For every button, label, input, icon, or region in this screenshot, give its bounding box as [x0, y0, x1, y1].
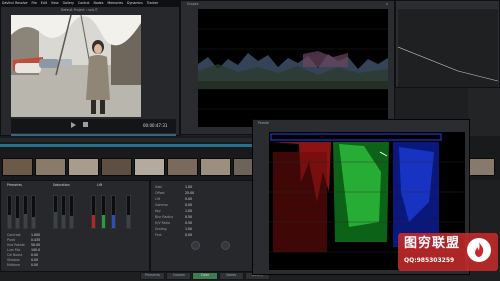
secondary-param-value[interactable]: 0.00: [185, 203, 192, 207]
clip-thumbnail[interactable]: [2, 158, 33, 176]
fader-blue[interactable]: [111, 195, 116, 229]
fader-red[interactable]: [91, 195, 96, 229]
param-label: Hue Rotate: [7, 243, 25, 247]
parade-title: Parade: [258, 121, 269, 125]
secondary-param-value[interactable]: 1.00: [185, 209, 192, 213]
param-label: Shadow: [7, 258, 20, 262]
fader-4[interactable]: [31, 195, 36, 229]
secondary-param-value[interactable]: 0.00: [185, 197, 192, 201]
secondary-param-value[interactable]: 25.00: [185, 191, 194, 195]
flame-icon: [467, 238, 491, 262]
curves-panel: [395, 0, 500, 88]
secondary-param-label: Key: [155, 209, 161, 213]
fader-6[interactable]: [61, 195, 66, 229]
waveform-display: [198, 9, 388, 127]
fader-master[interactable]: [126, 195, 131, 229]
clip-thumbnail[interactable]: [68, 158, 99, 176]
secondary-param-label: Offset: [155, 191, 165, 195]
fader-2[interactable]: [15, 195, 20, 229]
secondary-param-value[interactable]: 0.00: [185, 233, 192, 237]
menu-item-0[interactable]: DaVinci Resolve: [2, 1, 27, 5]
menu-item-6[interactable]: Nodes: [93, 1, 103, 5]
menu-item-8[interactable]: Dynamics: [127, 1, 143, 5]
curve-line: [397, 46, 499, 82]
tab-color[interactable]: Color: [192, 272, 218, 280]
tab-nodes[interactable]: Nodes: [218, 272, 244, 280]
secondary-param-label: H/V Ratio: [155, 221, 170, 225]
menu-item-5[interactable]: Control: [78, 1, 90, 5]
param-value[interactable]: 0.00: [31, 253, 38, 257]
param-label: Pivot: [7, 238, 15, 242]
secondaries-panel: Gain 1.00 Offset 25.00 Lift 0.00 Gamma 0.00 Key 1…: [150, 180, 255, 272]
clip-thumbnail[interactable]: [101, 158, 132, 176]
clip-thumbnail[interactable]: [134, 158, 165, 176]
fader-5[interactable]: [53, 195, 58, 229]
fader-1[interactable]: [7, 195, 12, 229]
menu-item-9[interactable]: Tracker: [147, 1, 159, 5]
menu-item-7[interactable]: Memories: [107, 1, 123, 5]
clip-thumbnail[interactable]: [35, 158, 66, 176]
param-value[interactable]: 1.000: [31, 233, 40, 237]
clip-thumbnail[interactable]: [167, 158, 198, 176]
secondary-param-value[interactable]: 0.50: [185, 221, 192, 225]
secondary-param-value[interactable]: 1.00: [185, 227, 192, 231]
menu-item-4[interactable]: Gallery: [63, 1, 74, 5]
primaries-header: Primaries: [7, 183, 22, 187]
play-button[interactable]: [71, 122, 76, 128]
curve-graph[interactable]: [397, 9, 499, 87]
watermark-title: 图穷联盟: [404, 236, 461, 251]
param-value[interactable]: 0.00: [31, 263, 38, 267]
lift-header: Lift: [97, 183, 102, 187]
clip-thumbnail[interactable]: [200, 158, 231, 176]
tab-custom[interactable]: Custom: [166, 272, 192, 280]
secondary-param-label: Gain: [155, 185, 163, 189]
secondary-param-value[interactable]: 0.50: [185, 215, 192, 219]
waveform-scope-window: Scopes x: [180, 0, 395, 135]
param-value[interactable]: 0.435: [31, 238, 40, 242]
menu-item-2[interactable]: Edit: [41, 1, 47, 5]
fader-7[interactable]: [69, 195, 74, 229]
param-value[interactable]: 100.0: [31, 248, 40, 252]
waveform-title: Scopes: [187, 2, 199, 6]
street-scene: [11, 15, 141, 117]
waveform-close-button[interactable]: x: [386, 2, 388, 6]
project-title: Default Project : noLUT: [61, 8, 98, 12]
secondary-param-label: Fine: [155, 233, 162, 237]
menu-items: DaVinci Resolve File Edit View Gallery Contro…: [2, 1, 158, 5]
secondary-param-label: Lift: [155, 197, 160, 201]
param-value[interactable]: 50.00: [31, 243, 40, 247]
knob-2[interactable]: [221, 241, 230, 250]
watermark: 图穷联盟 QQ:985303259: [398, 233, 498, 271]
bottom-tabs: Primaries Custom Color Nodes Gallery: [140, 272, 271, 280]
viewer-transport: 00:00:47:31: [11, 119, 176, 133]
tab-primaries[interactable]: Primaries: [140, 272, 166, 280]
primaries-panel: Primaries Saturation Lift Contrast 1.000 P…: [0, 180, 150, 272]
param-label: Midtone: [7, 263, 20, 267]
knob-1[interactable]: [191, 241, 200, 250]
watermark-sub: QQ:985303259: [404, 257, 455, 264]
timecode-display: 00:00:47:31: [143, 123, 168, 128]
param-label: Lum Mix: [7, 248, 21, 252]
timeline-track: [0, 144, 255, 147]
secondary-param-label: Scaling: [155, 227, 167, 231]
fader-green[interactable]: [101, 195, 106, 229]
timeline-ruler: [0, 138, 255, 142]
viewer-window: Default Project : noLUT 00:00:47:31: [0, 6, 180, 136]
menu-item-3[interactable]: View: [51, 1, 59, 5]
param-label: Contrast: [7, 233, 21, 237]
param-value[interactable]: 0.00: [31, 258, 38, 262]
fader-3[interactable]: [23, 195, 28, 229]
saturation-header: Saturation: [53, 183, 70, 187]
param-label: Col Boost: [7, 253, 23, 257]
secondary-param-value[interactable]: 1.00: [185, 185, 192, 189]
secondary-param-label: Gamma: [155, 203, 168, 207]
viewer-image: [11, 15, 141, 117]
menu-item-1[interactable]: File: [31, 1, 36, 5]
secondary-param-label: Blur Radius: [155, 215, 174, 219]
stop-button[interactable]: [83, 122, 88, 127]
